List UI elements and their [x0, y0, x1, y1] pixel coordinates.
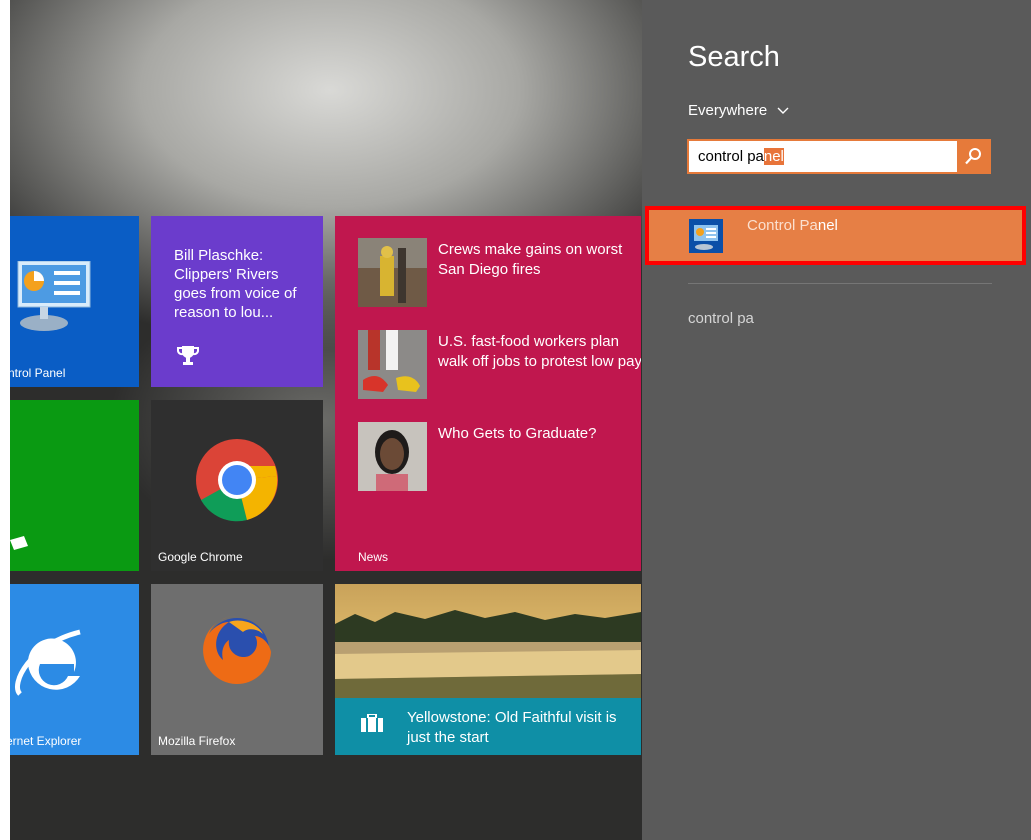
control-panel-icon	[17, 261, 91, 331]
chrome-icon	[196, 439, 278, 522]
search-button[interactable]	[957, 141, 989, 172]
control-panel-tile[interactable]: ntrol Panel	[10, 216, 139, 387]
internet-explorer-tile[interactable]: ernet Explorer	[10, 584, 139, 755]
tile-label: Google Chrome	[158, 550, 243, 564]
store-tile[interactable]	[10, 400, 139, 571]
news-headline: Who Gets to Graduate?	[438, 425, 597, 442]
search-scope-dropdown[interactable]: Everywhere	[688, 102, 789, 119]
sports-news-tile[interactable]: Bill Plaschke: Clippers' Rivers goes fro…	[151, 216, 323, 387]
news-headline: Crews make gains on worst San Diego fire…	[438, 241, 623, 278]
control-panel-icon	[689, 219, 723, 253]
google-chrome-tile[interactable]: Google Chrome	[151, 400, 323, 571]
news-tile[interactable]: Crews make gains on worst San Diego fire…	[335, 216, 641, 571]
search-scope-label: Everywhere	[688, 102, 768, 119]
tile-label: Mozilla Firefox	[158, 734, 236, 748]
tile-label: ntrol Panel	[10, 366, 66, 380]
sports-headline: Bill Plaschke: Clippers' Rivers goes fro…	[174, 247, 297, 321]
search-title: Search	[688, 41, 780, 73]
internet-explorer-icon	[15, 629, 81, 696]
suitcase-icon	[361, 714, 383, 732]
travel-caption: Yellowstone: Old Faithful visit is just …	[335, 698, 641, 755]
firefox-icon	[203, 616, 271, 684]
search-query[interactable]: control panel	[698, 148, 784, 165]
search-suggestion[interactable]: control pa	[688, 310, 754, 327]
search-query-autocomplete: nel	[763, 148, 784, 165]
result-rest-text: nel	[817, 217, 838, 234]
search-charm: Search Everywhere control panel Control …	[642, 0, 1031, 840]
search-icon	[965, 148, 981, 165]
news-thumbnail	[358, 422, 427, 491]
chevron-down-icon	[777, 107, 789, 115]
trophy-icon	[177, 346, 199, 365]
shopping-bag-icon	[10, 536, 28, 550]
search-result-label: Control Panel	[747, 217, 838, 234]
result-match-text: Control Pa	[747, 217, 818, 234]
tile-label: ernet Explorer	[10, 734, 82, 748]
news-thumbnail	[358, 238, 427, 307]
tile-label: News	[358, 550, 389, 564]
start-screen: ntrol Panel Bill Plaschke: Clippers' Riv…	[0, 0, 642, 840]
travel-tile[interactable]: Yellowstone: Old Faithful visit is just …	[335, 584, 641, 755]
news-thumbnail	[358, 330, 427, 399]
mozilla-firefox-tile[interactable]: Mozilla Firefox	[151, 584, 323, 755]
travel-photo	[335, 584, 641, 698]
search-input[interactable]: control panel	[687, 139, 991, 174]
travel-headline: Yellowstone: Old Faithful visit is just …	[407, 709, 617, 746]
search-query-typed: control pa	[698, 148, 764, 165]
results-divider	[688, 283, 992, 284]
search-result-control-panel[interactable]: Control Panel	[645, 206, 1026, 265]
news-headline: U.S. fast-food workers plan walk off job…	[438, 333, 641, 370]
